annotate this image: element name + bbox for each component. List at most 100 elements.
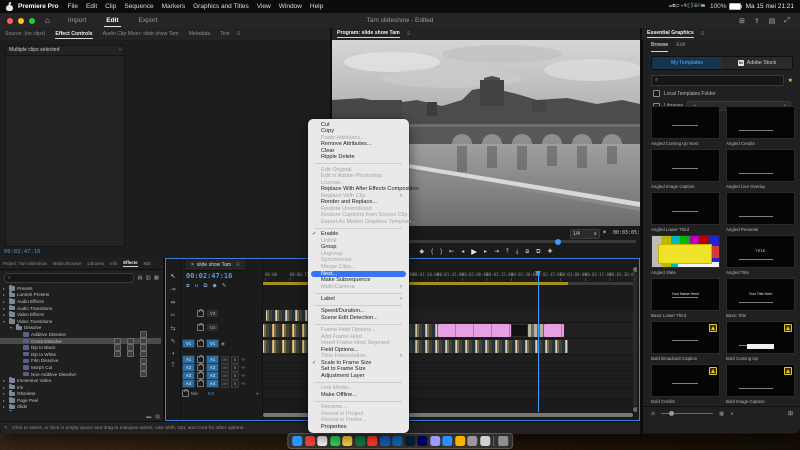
new-custom-bin-icon[interactable]: ▤ bbox=[137, 275, 142, 281]
mute-button[interactable]: M bbox=[221, 380, 229, 388]
effects-tree-item[interactable]: Film Dissolve bbox=[0, 358, 161, 365]
dock-app-icon[interactable] bbox=[455, 436, 465, 446]
context-menu-item[interactable]: ✓ Adjustment Layer › bbox=[308, 373, 409, 380]
vertical-scrollbar[interactable] bbox=[633, 273, 637, 406]
zoom-out-icon[interactable]: ⊖ bbox=[651, 411, 655, 417]
context-menu-item[interactable]: ✓ Export As Motion Graphics Template... … bbox=[308, 219, 409, 226]
local-templates-checkbox[interactable] bbox=[653, 90, 660, 97]
context-menu-item[interactable]: ✓ › bbox=[315, 293, 402, 294]
effects-tree-item[interactable]: ▸ Presets bbox=[0, 285, 161, 292]
keyframe-nav-icon[interactable]: ⇤ bbox=[256, 391, 260, 397]
template-card[interactable]: Angled Presents bbox=[726, 192, 795, 232]
type-tool-icon[interactable]: T bbox=[171, 363, 175, 369]
panel-tab[interactable]: Info bbox=[110, 261, 117, 266]
close-window-button[interactable] bbox=[7, 18, 13, 24]
mic-icon[interactable]: ⏛ bbox=[241, 381, 246, 387]
dock-app-icon[interactable] bbox=[367, 436, 377, 446]
mark-out-button[interactable]: } bbox=[440, 247, 442, 257]
adobe-stock-button[interactable]: St Adobe Stock bbox=[722, 57, 792, 69]
trash-icon[interactable] bbox=[498, 436, 508, 446]
timeline-clip[interactable] bbox=[263, 340, 309, 353]
effects-tree-item[interactable]: ▸ Video Effects bbox=[0, 311, 161, 318]
template-card[interactable]: Bold Image Caption bbox=[726, 364, 795, 404]
track-header-v1[interactable]: V1V1 ◉ bbox=[182, 339, 260, 348]
battery-status[interactable]: 100% bbox=[710, 3, 741, 10]
mic-icon[interactable]: ⏛ bbox=[241, 365, 246, 371]
list-view-icon[interactable]: ▬ bbox=[146, 414, 151, 420]
dock-app-icon[interactable] bbox=[417, 436, 427, 446]
disclosure-arrow-icon[interactable]: ▾ bbox=[10, 325, 14, 330]
hand-tool-icon[interactable]: ◖ bbox=[171, 351, 175, 357]
menubar-item[interactable]: Clip bbox=[105, 3, 116, 10]
thumbnail-size-slider[interactable] bbox=[661, 413, 713, 415]
zoom-level-select[interactable]: 1/4∨ bbox=[570, 229, 600, 239]
menubar-item[interactable]: Markers bbox=[162, 3, 185, 10]
disclosure-arrow-icon[interactable]: ▸ bbox=[3, 312, 7, 317]
mix-gain-value[interactable]: 0.0 bbox=[208, 391, 214, 396]
new-preset-icon[interactable]: ▥ bbox=[146, 275, 151, 281]
dock-app-icon[interactable] bbox=[405, 436, 415, 446]
menubar-item[interactable]: Help bbox=[310, 3, 323, 10]
disclosure-arrow-icon[interactable]: ▸ bbox=[3, 286, 7, 291]
context-menu-item[interactable]: ✓ › bbox=[315, 382, 402, 383]
menubar-clock[interactable]: Ma 15 mei 21:21 bbox=[746, 3, 794, 10]
template-card[interactable]: Bold Broadcast Caption bbox=[651, 321, 720, 361]
menubar-app-name[interactable]: Premiere Pro bbox=[18, 3, 58, 10]
timeline-clip[interactable] bbox=[263, 324, 309, 337]
context-menu-item[interactable]: ✓ Scene Edit Detection... › bbox=[308, 315, 409, 322]
context-menu-item[interactable]: ✓ Multi-Camera › bbox=[308, 284, 409, 291]
template-card[interactable]: Bold Credits bbox=[651, 364, 720, 404]
effect-controls-timecode[interactable]: 00:02:47:16 bbox=[4, 249, 40, 255]
lock-icon[interactable] bbox=[197, 324, 204, 331]
timeline-clip[interactable] bbox=[406, 324, 438, 337]
track-select-tool-icon[interactable]: ⇥ bbox=[170, 286, 175, 293]
settings-wrench-icon[interactable]: ✶ bbox=[602, 229, 607, 236]
slip-tool-icon[interactable]: ⇆ bbox=[170, 325, 175, 332]
program-tab[interactable]: Program: slide show Tam bbox=[337, 30, 400, 38]
lock-icon[interactable] bbox=[197, 380, 204, 387]
workspace-tab[interactable]: Edit bbox=[104, 15, 120, 27]
mark-in-button[interactable]: { bbox=[431, 247, 433, 257]
track-header-a4[interactable]: A4A4 MS ⏛ bbox=[182, 379, 260, 388]
my-templates-button[interactable]: My Templates bbox=[652, 57, 722, 69]
comparison-view-button[interactable]: ⧉ bbox=[536, 247, 540, 257]
dock-app-icon[interactable] bbox=[467, 436, 477, 446]
panel-tab[interactable]: Effects bbox=[123, 260, 137, 267]
dock-app-icon[interactable] bbox=[480, 436, 490, 446]
new-item-icon[interactable]: ⊞ bbox=[788, 410, 793, 417]
timeline-clip[interactable] bbox=[544, 324, 564, 337]
panel-tab[interactable]: Audio Clip Mixer: slide show Tam bbox=[103, 31, 179, 37]
solo-button[interactable]: S bbox=[231, 380, 239, 388]
disclosure-arrow-icon[interactable]: ▾ bbox=[3, 319, 7, 324]
dock-app-icon[interactable] bbox=[305, 436, 315, 446]
effects-search-input[interactable]: ⌕ bbox=[4, 273, 134, 283]
step-back-button[interactable]: ◂ bbox=[461, 247, 464, 257]
panel-tab[interactable]: Libraries bbox=[88, 261, 104, 266]
extract-button[interactable]: ⤓ bbox=[516, 247, 519, 257]
lock-icon[interactable] bbox=[197, 340, 204, 347]
effects-tree-item[interactable]: Dip to White bbox=[0, 351, 161, 358]
button-editor-button[interactable]: ✚ bbox=[547, 247, 552, 257]
template-card[interactable]: Angled Coming Up Next bbox=[651, 106, 720, 146]
scrubber-playhead[interactable] bbox=[555, 239, 561, 245]
pen-tool-icon[interactable]: ✎ bbox=[170, 338, 175, 345]
export-frame-button[interactable]: ⧇ bbox=[525, 247, 529, 257]
timeline-clip[interactable] bbox=[406, 340, 568, 353]
panel-tab[interactable]: Mar bbox=[144, 261, 151, 266]
home-icon[interactable]: ⌂ bbox=[45, 16, 50, 25]
eg-subtab[interactable]: Edit bbox=[676, 42, 685, 52]
dock-app-icon[interactable] bbox=[355, 436, 365, 446]
context-menu-item[interactable]: ✓ › bbox=[315, 163, 402, 164]
disclosure-arrow-icon[interactable]: ▸ bbox=[3, 378, 7, 383]
track-header-v2[interactable]: ·V2 bbox=[182, 323, 260, 332]
layout-icon[interactable]: ▤ bbox=[769, 17, 776, 25]
minimize-window-button[interactable] bbox=[18, 18, 24, 24]
share-icon[interactable]: ⇪ bbox=[754, 17, 760, 25]
effects-tree-item[interactable]: Cross Dissolve bbox=[0, 338, 161, 345]
zoom-window-button[interactable] bbox=[29, 18, 35, 24]
template-card[interactable]: Your Title Here Basic Title bbox=[726, 278, 795, 318]
context-menu-item[interactable]: ✓ › bbox=[315, 228, 402, 229]
disclosure-arrow-icon[interactable]: ▸ bbox=[3, 306, 7, 311]
context-menu-item[interactable]: ✓ › bbox=[315, 401, 402, 402]
go-to-in-button[interactable]: ⇤ bbox=[449, 247, 454, 257]
